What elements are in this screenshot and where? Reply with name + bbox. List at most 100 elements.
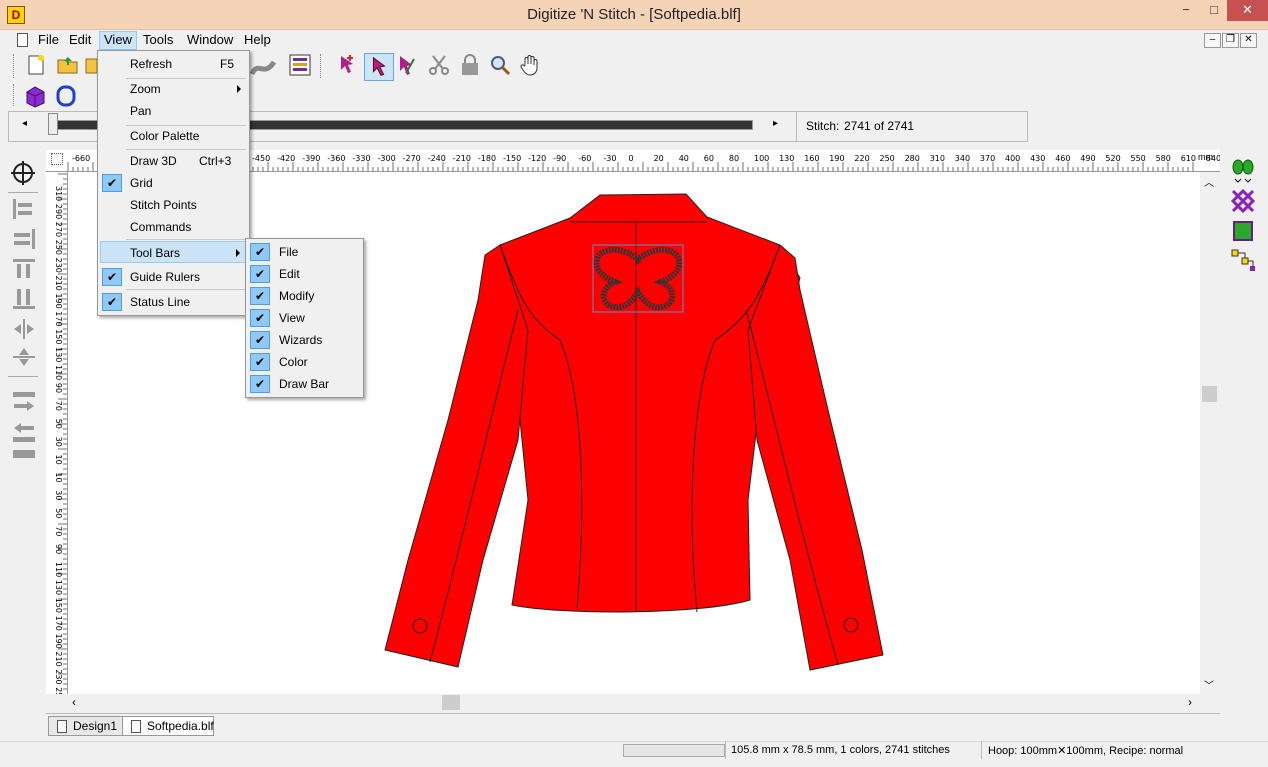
menu-file[interactable]: File: [34, 31, 63, 50]
minimize-button[interactable]: −: [1172, 0, 1200, 21]
check-icon: ✔: [250, 375, 270, 393]
menu-item-guide-rulers[interactable]: ✔ Guide Rulers: [100, 266, 247, 288]
node-path-icon[interactable]: [1230, 248, 1256, 274]
player-next-button[interactable]: ▸: [773, 118, 778, 129]
align-right-icon[interactable]: [12, 228, 36, 250]
menu-item-zoom[interactable]: Zoom: [100, 78, 247, 100]
mdi-close-button[interactable]: ✕: [1240, 33, 1257, 48]
distribute-left-icon[interactable]: [12, 420, 36, 444]
satin-block-icon[interactable]: [1230, 218, 1256, 244]
ruler-tick-label: 110: [54, 365, 63, 380]
save-icon[interactable]: [84, 53, 98, 77]
ruler-tick-label: -150: [503, 154, 521, 163]
stitch-slider-thumb[interactable]: [48, 113, 58, 135]
scroll-right-icon[interactable]: ›: [1188, 695, 1192, 709]
scroll-down-icon[interactable]: ﹀: [1204, 677, 1214, 692]
ruler-tick-label: 20: [654, 154, 664, 163]
reshape-arrow-icon[interactable]: [396, 53, 420, 77]
ruler-tick-label: 0: [629, 154, 634, 163]
horizontal-scroll-thumb[interactable]: [442, 695, 460, 710]
ruler-tick-label: 550: [1131, 154, 1146, 163]
toolbar-toggle-edit[interactable]: ✔ Edit: [248, 263, 361, 285]
mdi-minimize-button[interactable]: –: [1204, 33, 1221, 48]
toolbar-grip-2[interactable]: [320, 54, 323, 78]
ruler-tick-label: 150: [54, 329, 63, 344]
new-file-icon[interactable]: [24, 53, 48, 77]
ruler-tick-label: 220: [854, 154, 869, 163]
footprints-icon[interactable]: [1230, 158, 1256, 184]
menu-item-stitch-points[interactable]: Stitch Points: [100, 194, 247, 216]
menu-help[interactable]: Help: [240, 31, 275, 50]
scroll-up-icon[interactable]: ︿: [1204, 174, 1214, 189]
player-prev-button[interactable]: ◂: [22, 118, 27, 129]
menu-tools[interactable]: Tools: [139, 31, 177, 50]
toolbar-toggle-draw-bar[interactable]: ✔ Draw Bar: [248, 373, 361, 395]
add-point-icon[interactable]: [335, 53, 359, 77]
scissors-icon[interactable]: [427, 53, 451, 77]
align-left-icon[interactable]: [12, 198, 36, 220]
status-progress-bar: [623, 744, 725, 757]
vertical-scrollbar[interactable]: ︿ ﹀: [1200, 172, 1219, 694]
ruler-tick-label: -120: [528, 154, 546, 163]
maximize-button[interactable]: □: [1200, 0, 1228, 21]
toolbar-toggle-view[interactable]: ✔ View: [248, 307, 361, 329]
toolbar-toggle-color[interactable]: ✔ Color: [248, 351, 361, 373]
select-arrow-icon[interactable]: [364, 53, 394, 81]
left-ruler[interactable]: 310 290 270 250 230 210 190 170 150 130 110 90 70 50 3…: [46, 172, 68, 694]
outline-shape-icon[interactable]: [54, 84, 78, 108]
check-icon: ✔: [250, 287, 270, 305]
lock-icon[interactable]: [458, 53, 482, 77]
fill-pattern-icon[interactable]: [1230, 188, 1256, 214]
distribute-right-icon[interactable]: [12, 390, 36, 414]
open-folder-icon[interactable]: [56, 53, 80, 77]
menu-item-pan[interactable]: Pan: [100, 100, 247, 122]
check-icon: ✔: [250, 353, 270, 371]
ruler-unit: mm: [1198, 152, 1213, 162]
ruler-tick-label: 250: [880, 154, 895, 163]
menu-item-refresh[interactable]: Refresh F5: [100, 53, 247, 75]
distribute-icon[interactable]: [12, 448, 36, 460]
menu-item-status-line[interactable]: ✔ Status Line: [100, 291, 247, 313]
crosshair-icon[interactable]: [10, 160, 36, 186]
ruler-tick-label: 250: [54, 687, 63, 694]
menu-view[interactable]: View: [99, 31, 137, 50]
center-horizontal-icon[interactable]: [12, 318, 36, 340]
properties-icon[interactable]: [288, 53, 312, 77]
menu-item-draw-3d[interactable]: Draw 3D Ctrl+3: [100, 150, 247, 172]
tab-design1[interactable]: Design1: [48, 716, 125, 736]
toolbar-toggle-file[interactable]: ✔ File: [248, 241, 361, 263]
align-top-icon[interactable]: [12, 258, 36, 280]
toolbar-grip-3[interactable]: [13, 84, 16, 106]
menu-item-commands[interactable]: Commands: [100, 216, 247, 238]
ruler-tick-label: 160: [804, 154, 819, 163]
toolbar-grip[interactable]: [13, 54, 16, 78]
ruler-tick-label: 270: [54, 222, 63, 237]
cube-3d-icon[interactable]: [24, 84, 48, 108]
horizontal-scrollbar[interactable]: ‹ ›: [68, 694, 1200, 711]
center-vertical-icon[interactable]: [12, 346, 36, 368]
ruler-tick-label: -450: [252, 154, 270, 163]
ruler-tick-label: -60: [578, 154, 591, 163]
menu-item-color-palette[interactable]: Color Palette: [100, 125, 247, 147]
toolbar-toggle-wizards[interactable]: ✔ Wizards: [248, 329, 361, 351]
zoom-icon[interactable]: [488, 53, 512, 77]
vertical-scroll-thumb[interactable]: [1202, 386, 1217, 402]
tab-softpedia[interactable]: Softpedia.blf: [122, 716, 214, 736]
ruler-tick-label: 210: [54, 276, 63, 291]
menu-edit[interactable]: Edit: [65, 31, 95, 50]
stitch-label: Stitch:: [806, 119, 840, 133]
ruler-origin-icon[interactable]: [51, 153, 63, 165]
scroll-left-icon[interactable]: ‹: [72, 695, 76, 709]
mdi-restore-button[interactable]: ❐: [1222, 33, 1239, 48]
toolbar-toggle-modify[interactable]: ✔ Modify: [248, 285, 361, 307]
ruler-tick-label: -210: [453, 154, 471, 163]
document-icon[interactable]: [17, 33, 28, 47]
menu-item-grid[interactable]: ✔ Grid: [100, 172, 247, 194]
close-button[interactable]: ✕: [1227, 0, 1268, 21]
ruler-tick-label: 30: [54, 490, 63, 500]
align-bottom-icon[interactable]: [12, 288, 36, 310]
menu-window[interactable]: Window: [183, 31, 237, 50]
wave-tool-icon[interactable]: [250, 56, 276, 80]
menu-item-tool-bars[interactable]: Tool Bars: [100, 241, 247, 263]
pan-hand-icon[interactable]: [519, 53, 543, 77]
